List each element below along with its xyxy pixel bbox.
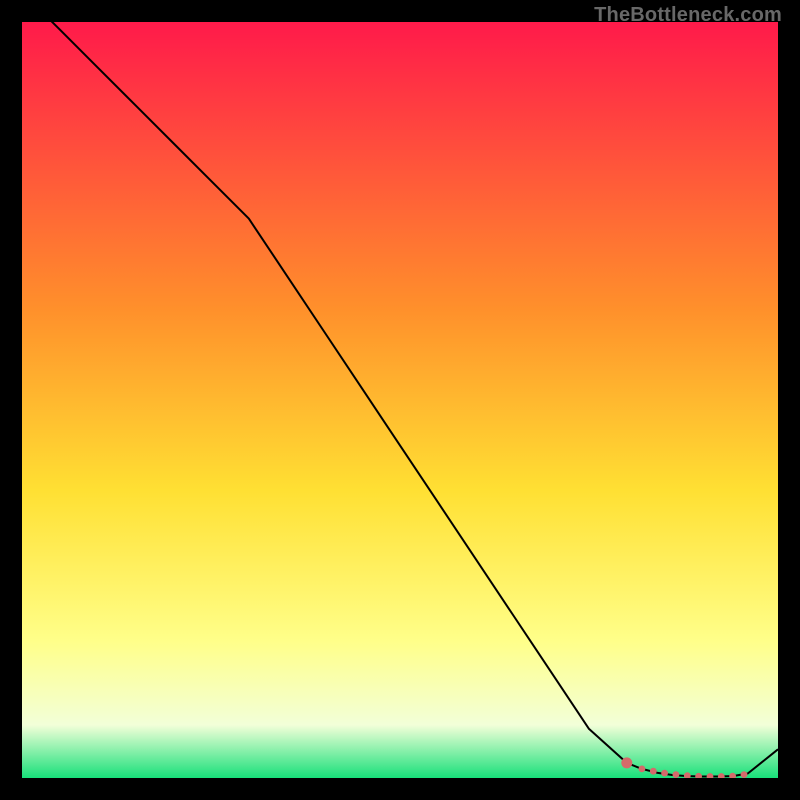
optimal-marker <box>650 768 657 775</box>
optimal-marker <box>673 771 680 778</box>
chart-stage: TheBottleneck.com <box>0 0 800 800</box>
gradient-background <box>22 22 778 778</box>
watermark-text: TheBottleneck.com <box>594 4 782 27</box>
chart-plot <box>22 22 778 778</box>
optimal-marker <box>621 757 632 768</box>
optimal-marker <box>661 770 668 777</box>
optimal-marker <box>639 766 646 773</box>
optimal-marker <box>741 771 748 778</box>
